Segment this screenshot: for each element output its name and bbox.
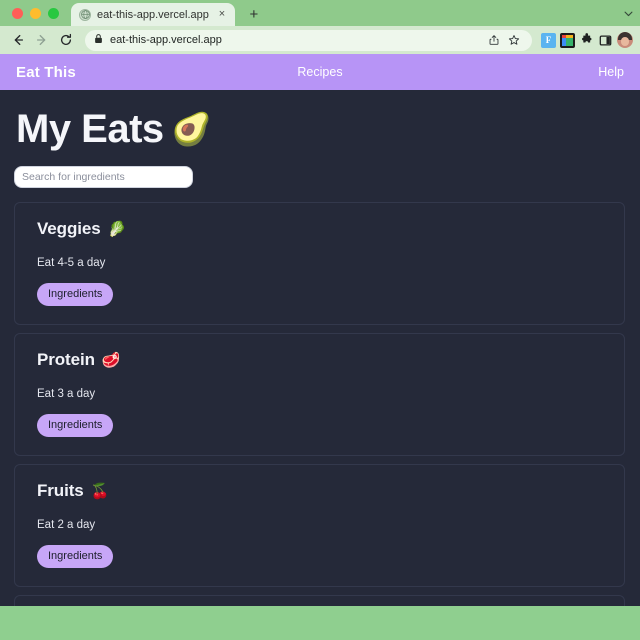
leafy-green-icon: 🥬 xyxy=(107,221,127,238)
food-group-card-veggies[interactable]: Veggies 🥬 Eat 4-5 a day Ingredients xyxy=(14,202,625,325)
back-arrow-icon[interactable] xyxy=(7,29,29,51)
address-bar[interactable]: eat-this-app.vercel.app xyxy=(85,29,532,51)
cut-of-meat-icon: 🥩 xyxy=(101,352,121,369)
share-icon[interactable] xyxy=(485,31,503,49)
reload-icon[interactable] xyxy=(55,29,77,51)
feedly-extension-icon[interactable]: F xyxy=(541,32,556,48)
new-tab-button[interactable]: + xyxy=(243,3,265,25)
nav-center: Recipes xyxy=(0,65,640,79)
close-window-button[interactable] xyxy=(12,7,23,19)
close-tab-icon[interactable]: × xyxy=(215,8,229,22)
star-icon[interactable] xyxy=(505,31,523,49)
page-title: My Eats 🥑 xyxy=(0,90,640,152)
color-grid-extension-icon[interactable] xyxy=(560,32,575,48)
search-input[interactable] xyxy=(14,166,193,188)
ingredients-button[interactable]: Ingredients xyxy=(37,283,114,306)
puzzle-extensions-icon[interactable] xyxy=(579,33,594,48)
web-page: Eat This Recipes Help My Eats 🥑 Veggies … xyxy=(0,54,640,606)
browser-tab[interactable]: eat-this-app.vercel.app × xyxy=(71,3,235,26)
card-title-text: Protein xyxy=(37,350,95,369)
search-container xyxy=(0,152,640,188)
food-group-card-fruits[interactable]: Fruits 🍒 Eat 2 a day Ingredients xyxy=(14,464,625,587)
globe-icon xyxy=(79,8,91,21)
tab-strip: eat-this-app.vercel.app × + xyxy=(0,0,640,26)
card-title: Veggies 🥬 xyxy=(37,219,608,239)
lock-icon xyxy=(94,31,103,49)
card-subtitle: Eat 3 a day xyxy=(37,388,96,400)
card-title-text: Veggies xyxy=(37,219,101,238)
card-subtitle: Eat 2 a day xyxy=(37,519,96,531)
ingredients-button[interactable]: Ingredients xyxy=(37,545,114,568)
minimize-window-button[interactable] xyxy=(30,7,41,19)
page-body: My Eats 🥑 Veggies 🥬 Eat 4-5 a day Ingred… xyxy=(0,90,640,606)
nav-link-recipes[interactable]: Recipes xyxy=(297,65,342,79)
card-title: Fruits 🍒 xyxy=(37,481,608,501)
tabstrip-overflow-icon[interactable] xyxy=(623,0,640,26)
browser-toolbar: eat-this-app.vercel.app F xyxy=(0,26,640,54)
window-controls xyxy=(12,0,71,26)
card-content: Fruits 🍒 Eat 2 a day Ingredients xyxy=(25,481,608,568)
food-group-list: Veggies 🥬 Eat 4-5 a day Ingredients Prot… xyxy=(0,188,640,606)
profile-avatar-icon[interactable] xyxy=(617,32,633,48)
card-content: Protein 🥩 Eat 3 a day Ingredients xyxy=(25,350,608,437)
maximize-window-button[interactable] xyxy=(48,7,59,19)
url-text: eat-this-app.vercel.app xyxy=(110,34,222,46)
site-brand[interactable]: Eat This xyxy=(16,64,76,81)
tab-title: eat-this-app.vercel.app xyxy=(97,8,209,21)
card-subtitle: Eat 4-5 a day xyxy=(37,257,106,269)
food-group-card-protein[interactable]: Protein 🥩 Eat 3 a day Ingredients xyxy=(14,333,625,456)
site-navbar: Eat This Recipes Help xyxy=(0,54,640,90)
omnibox-actions xyxy=(485,31,523,49)
avocado-icon: 🥑 xyxy=(171,110,212,147)
ingredients-button[interactable]: Ingredients xyxy=(37,414,114,437)
extension-icons: F xyxy=(537,32,633,48)
cherries-icon: 🍒 xyxy=(90,483,110,500)
browser-chrome: eat-this-app.vercel.app × + eat-this-app… xyxy=(0,0,640,54)
food-group-card-dairy[interactable]: Dairy and Alternatives 🥛 xyxy=(14,595,625,606)
card-title-text: Fruits xyxy=(37,481,84,500)
side-panel-icon[interactable] xyxy=(598,33,613,48)
forward-arrow-icon[interactable] xyxy=(31,29,53,51)
card-content: Veggies 🥬 Eat 4-5 a day Ingredients xyxy=(25,219,608,306)
nav-link-help[interactable]: Help xyxy=(598,65,624,79)
card-title: Protein 🥩 xyxy=(37,350,608,370)
page-title-text: My Eats xyxy=(16,107,164,151)
